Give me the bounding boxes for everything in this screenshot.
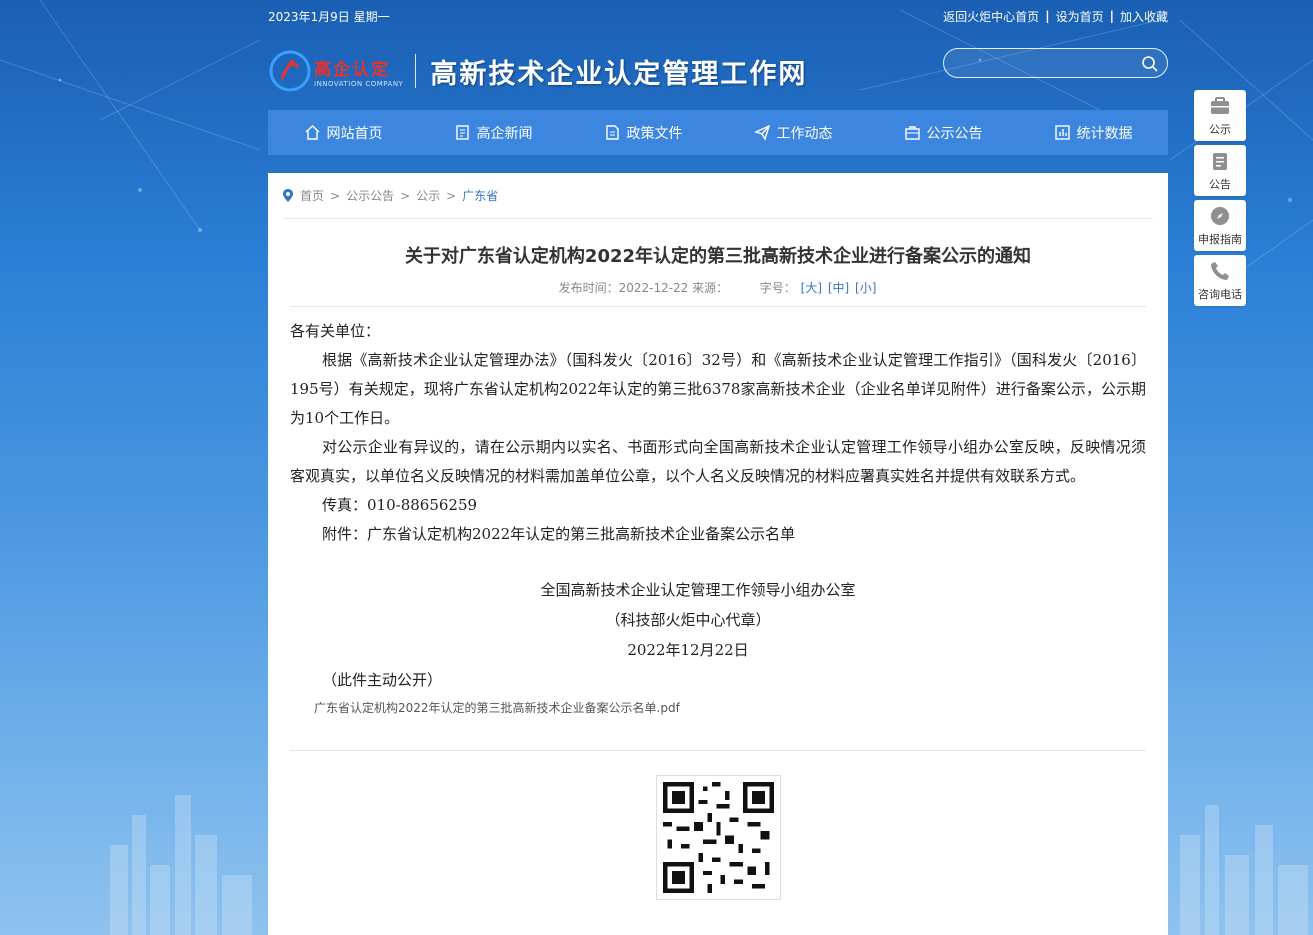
qr-code-image (662, 782, 774, 893)
article-title: 关于对广东省认定机构2022年认定的第三批高新技术企业进行备案公示的通知 (404, 246, 1032, 267)
site-logo[interactable]: 高企认定 INNOVATION COMPANY (268, 47, 403, 95)
link-set-homepage[interactable]: 设为首页 (1056, 8, 1104, 25)
site-title: 高新技术企业认定管理工作网 (430, 58, 808, 90)
fax-line: 传真：010-88656259 (322, 496, 478, 514)
attachment-file-link[interactable]: 广东省认定机构2022年认定的第三批高新技术企业备案公示名单.pdf (314, 699, 1146, 716)
signature-org: 全国高新技术企业认定管理工作领导小组办公室 (540, 581, 856, 599)
paper-plane-icon (753, 124, 770, 141)
nav-item-statistics[interactable]: 统计数据 (1018, 110, 1168, 155)
divider (290, 750, 1146, 751)
search-input[interactable] (944, 49, 1134, 77)
nav-item-policy[interactable]: 政策文件 (568, 110, 718, 155)
nav-label: 公示公告 (926, 125, 983, 142)
search-icon[interactable] (1141, 55, 1159, 73)
location-pin-icon (283, 189, 293, 202)
page-wrapper: 2023年1月9日 星期一 返回火炬中心首页 | 设为首页 | 加入收藏 高企认… (268, 0, 1168, 155)
logo-divider (415, 54, 417, 88)
separator: | (1045, 9, 1050, 23)
salutation: 各有关单位： (290, 322, 381, 340)
font-size-large-button[interactable]: [大] (801, 281, 822, 295)
breadcrumb-separator: > (400, 188, 411, 203)
side-label: 咨询电话 (1198, 288, 1242, 301)
article: 关于对广东省认定机构2022年认定的第三批高新技术企业进行备案公示的通知 发布时… (290, 243, 1146, 900)
font-size-label: 字号： (759, 281, 796, 295)
signature-seal: （科技部火炬中心代章） (605, 611, 771, 629)
side-item-announcement[interactable]: 公告 (1194, 145, 1246, 196)
nav-item-announcements[interactable]: 公示公告 (868, 110, 1018, 155)
breadcrumb-separator: > (446, 188, 457, 203)
document-icon (605, 125, 619, 140)
nav-item-work-updates[interactable]: 工作动态 (718, 110, 868, 155)
public-note: （此件主动公开） (322, 671, 443, 689)
breadcrumb-separator: > (330, 188, 341, 203)
chart-icon (1054, 125, 1070, 140)
logo-english: INNOVATION COMPANY (314, 79, 404, 88)
top-links: 返回火炬中心首页 | 设为首页 | 加入收藏 (943, 8, 1168, 25)
signature-date: 2022年12月22日 (627, 641, 749, 659)
search-box (943, 48, 1168, 78)
phone-icon (1211, 262, 1229, 280)
side-label: 申报指南 (1198, 233, 1242, 246)
nav-label: 高企新闻 (476, 125, 533, 142)
main-nav: 网站首页 高企新闻 政策文件 工作动态 公示公告 统计数据 (268, 110, 1168, 155)
logo-mark-icon (269, 50, 311, 92)
nav-item-news[interactable]: 高企新闻 (418, 110, 568, 155)
breadcrumb-guangdong[interactable]: 广东省 (462, 187, 498, 204)
nav-label: 网站首页 (326, 125, 383, 142)
side-floating-menu: 公示 公告 申报指南 咨询电话 (1194, 90, 1246, 310)
separator: | (1109, 9, 1114, 23)
nav-item-home[interactable]: 网站首页 (268, 110, 418, 155)
side-label: 公示 (1209, 123, 1231, 136)
font-size-small-button[interactable]: [小] (855, 281, 876, 295)
side-item-application-guide[interactable]: 申报指南 (1194, 200, 1246, 251)
article-body: 各有关单位： 根据《高新技术企业认定管理办法》（国科发火〔2016〕32号）和《… (290, 317, 1146, 695)
side-item-public-notice[interactable]: 公示 (1194, 90, 1246, 141)
current-date: 2023年1月9日 星期一 (268, 9, 390, 24)
top-bar: 2023年1月9日 星期一 返回火炬中心首页 | 设为首页 | 加入收藏 (268, 0, 1168, 32)
clipboard-icon (1213, 153, 1227, 170)
nav-label: 工作动态 (776, 125, 833, 142)
breadcrumb: 首页 > 公示公告 > 公示 > 广东省 (283, 173, 1153, 219)
briefcase-icon (904, 126, 920, 140)
briefcase-icon (1211, 97, 1229, 114)
link-add-favorite[interactable]: 加入收藏 (1120, 8, 1168, 25)
side-label: 公告 (1209, 178, 1231, 191)
home-icon (305, 125, 319, 140)
breadcrumb-announcements[interactable]: 公示公告 (346, 187, 394, 204)
site-header: 高企认定 INNOVATION COMPANY 高新技术企业认定管理工作网 (268, 32, 1168, 110)
logo-chinese: 高企认定 (314, 59, 390, 80)
paragraph: 对公示企业有异议的，请在公示期内以实名、书面形式向全国高新技术企业认定管理工作领… (290, 438, 1146, 485)
news-icon (455, 125, 469, 140)
nav-label: 政策文件 (626, 125, 683, 142)
breadcrumb-home[interactable]: 首页 (300, 187, 324, 204)
nav-label: 统计数据 (1076, 125, 1133, 142)
side-item-hotline[interactable]: 咨询电话 (1194, 255, 1246, 306)
paragraph: 根据《高新技术企业认定管理办法》（国科发火〔2016〕32号）和《高新技术企业认… (290, 351, 1146, 427)
link-torch-center-home[interactable]: 返回火炬中心首页 (943, 8, 1039, 25)
compass-icon (1211, 207, 1229, 225)
attachment-line: 附件：广东省认定机构2022年认定的第三批高新技术企业备案公示名单 (322, 525, 796, 543)
article-meta: 发布时间：2022-12-22 来源： 字号： [大] [中] [小] (290, 279, 1146, 307)
content-panel: 首页 > 公示公告 > 公示 > 广东省 关于对广东省认定机构2022年认定的第… (268, 173, 1168, 935)
qr-code (655, 775, 781, 900)
font-size-medium-button[interactable]: [中] (828, 281, 849, 295)
breadcrumb-public-notice[interactable]: 公示 (416, 187, 440, 204)
publish-info: 发布时间：2022-12-22 来源： (558, 281, 729, 295)
logo-text: 高企认定 INNOVATION COMPANY (314, 55, 403, 88)
